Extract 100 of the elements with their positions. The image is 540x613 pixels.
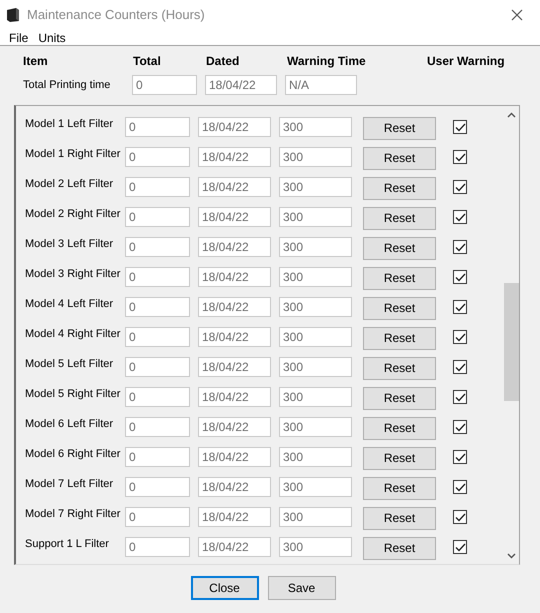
text-field[interactable]: 18/04/22 <box>198 327 271 347</box>
checkbox[interactable] <box>453 420 467 434</box>
text-field[interactable]: 0 <box>125 387 190 407</box>
text-field[interactable]: 0 <box>125 507 190 527</box>
text-field[interactable]: 0 <box>125 447 190 467</box>
checkbox[interactable] <box>453 210 467 224</box>
row-label: Model 1 Right Filter <box>24 146 122 162</box>
text-field[interactable]: 0 <box>125 207 190 227</box>
dialog-button[interactable]: Close <box>190 576 258 600</box>
text-field[interactable]: 0 <box>125 357 190 377</box>
checkbox[interactable] <box>453 540 467 554</box>
reset-button[interactable]: Reset <box>363 236 436 260</box>
column-header: Total <box>133 53 162 70</box>
reset-button[interactable]: Reset <box>363 326 436 350</box>
window-title: Maintenance Counters (Hours) <box>27 6 206 24</box>
text-field[interactable]: 18/04/22 <box>198 447 271 467</box>
checkbox[interactable] <box>453 450 467 464</box>
row-label: Model 7 Left Filter <box>24 476 114 492</box>
app-icon <box>5 7 21 23</box>
text-field[interactable]: 300 <box>279 477 352 497</box>
text-field[interactable]: 0 <box>125 417 190 437</box>
text-field[interactable]: 300 <box>279 117 352 137</box>
checkbox[interactable] <box>453 480 467 494</box>
text-field[interactable]: 18/04/22 <box>198 387 271 407</box>
text-field[interactable]: 18/04/22 <box>198 267 271 287</box>
text-field[interactable]: 0 <box>125 117 190 137</box>
text-field[interactable]: 0 <box>125 237 190 257</box>
text-field[interactable]: 18/04/22 <box>198 297 271 317</box>
text-field[interactable]: 0 <box>125 537 190 557</box>
reset-button[interactable]: Reset <box>363 206 436 230</box>
text-field[interactable]: 300 <box>279 147 352 167</box>
text-field[interactable]: 0 <box>125 297 190 317</box>
checkbox[interactable] <box>453 360 467 374</box>
text-field[interactable]: 0 <box>132 75 197 95</box>
checkbox[interactable] <box>453 150 467 164</box>
text-field[interactable]: 300 <box>279 327 352 347</box>
column-header: User Warning <box>427 53 506 70</box>
text-field[interactable]: 18/04/22 <box>198 147 271 167</box>
reset-button[interactable]: Reset <box>363 416 436 440</box>
scrollbar-thumb[interactable] <box>504 283 518 401</box>
text-field[interactable]: 0 <box>125 267 190 287</box>
text-field[interactable]: 300 <box>279 177 352 197</box>
reset-button[interactable]: Reset <box>363 116 436 140</box>
row-label: Model 4 Left Filter <box>24 296 114 312</box>
checkbox[interactable] <box>453 270 467 284</box>
text-field[interactable]: 300 <box>279 387 352 407</box>
text-field[interactable]: 300 <box>279 507 352 527</box>
row-label: Support 1 L Filter <box>24 536 110 552</box>
text-field[interactable]: 0 <box>125 477 190 497</box>
reset-button[interactable]: Reset <box>363 506 436 530</box>
row-label: Model 2 Right Filter <box>24 206 122 222</box>
reset-button[interactable]: Reset <box>363 146 436 170</box>
row-label: Model 3 Right Filter <box>24 266 122 282</box>
text-field[interactable]: 18/04/22 <box>198 417 271 437</box>
text-field[interactable]: 0 <box>125 327 190 347</box>
text-field[interactable]: N/A <box>285 75 357 95</box>
row-label: Model 4 Right Filter <box>24 326 122 342</box>
text-field[interactable]: 300 <box>279 267 352 287</box>
text-field[interactable]: 18/04/22 <box>198 237 271 257</box>
dialog-button[interactable]: Save <box>268 576 336 600</box>
row-label: Total Printing time <box>23 78 112 93</box>
checkbox[interactable] <box>453 240 467 254</box>
checkbox[interactable] <box>453 180 467 194</box>
text-field[interactable]: 0 <box>125 147 190 167</box>
text-field[interactable]: 300 <box>279 357 352 377</box>
menu-item[interactable]: Units <box>33 28 71 46</box>
checkbox[interactable] <box>453 510 467 524</box>
reset-button[interactable]: Reset <box>363 446 436 470</box>
checkbox[interactable] <box>453 300 467 314</box>
text-field[interactable]: 18/04/22 <box>198 477 271 497</box>
text-field[interactable]: 300 <box>279 297 352 317</box>
text-field[interactable]: 300 <box>279 537 352 557</box>
reset-button[interactable]: Reset <box>363 536 436 560</box>
text-field[interactable]: 18/04/22 <box>198 507 271 527</box>
text-field[interactable]: 300 <box>279 237 352 257</box>
reset-button[interactable]: Reset <box>363 476 436 500</box>
row-label: Model 2 Left Filter <box>24 176 114 192</box>
checkbox[interactable] <box>453 330 467 344</box>
text-field[interactable]: 300 <box>279 207 352 227</box>
reset-button[interactable]: Reset <box>363 176 436 200</box>
reset-button[interactable]: Reset <box>363 386 436 410</box>
text-field[interactable]: 0 <box>125 177 190 197</box>
reset-button[interactable]: Reset <box>363 296 436 320</box>
text-field[interactable]: 18/04/22 <box>198 117 271 137</box>
reset-button[interactable]: Reset <box>363 266 436 290</box>
column-header: Warning Time <box>287 53 367 70</box>
checkbox[interactable] <box>453 120 467 134</box>
menu-item[interactable]: File <box>4 28 34 46</box>
text-field[interactable]: 18/04/22 <box>198 207 271 227</box>
text-field[interactable]: 18/04/22 <box>205 75 277 95</box>
row-label: Model 7 Right Filter <box>24 506 122 522</box>
text-field[interactable]: 300 <box>279 447 352 467</box>
row-label: Model 6 Right Filter <box>24 446 122 462</box>
text-field[interactable]: 18/04/22 <box>198 357 271 377</box>
column-header: Item <box>23 53 49 70</box>
text-field[interactable]: 300 <box>279 417 352 437</box>
checkbox[interactable] <box>453 390 467 404</box>
text-field[interactable]: 18/04/22 <box>198 537 271 557</box>
reset-button[interactable]: Reset <box>363 356 436 380</box>
text-field[interactable]: 18/04/22 <box>198 177 271 197</box>
